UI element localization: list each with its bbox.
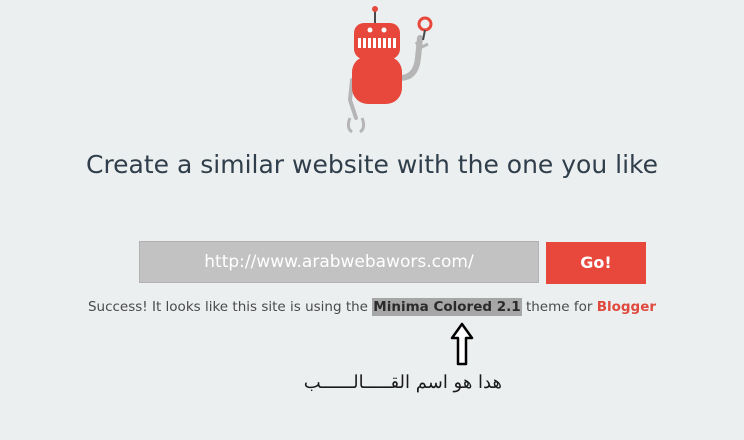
result-middle: theme for [525, 299, 593, 315]
annotation-text: هدا هو اسم القـــــالــــــب [303, 372, 502, 393]
platform-link[interactable]: Blogger [597, 299, 656, 315]
theme-name: Minima Colored 2.1 [372, 298, 522, 316]
robot-icon [346, 6, 433, 134]
detection-result: Success! It looks like this site is usin… [0, 298, 744, 316]
url-input[interactable] [139, 241, 539, 283]
result-prefix: Success! It looks like this site is usin… [87, 299, 368, 315]
go-button[interactable]: Go! [546, 242, 646, 284]
up-arrow-icon [450, 322, 474, 366]
page-headline: Create a similar website with the one yo… [85, 150, 658, 179]
